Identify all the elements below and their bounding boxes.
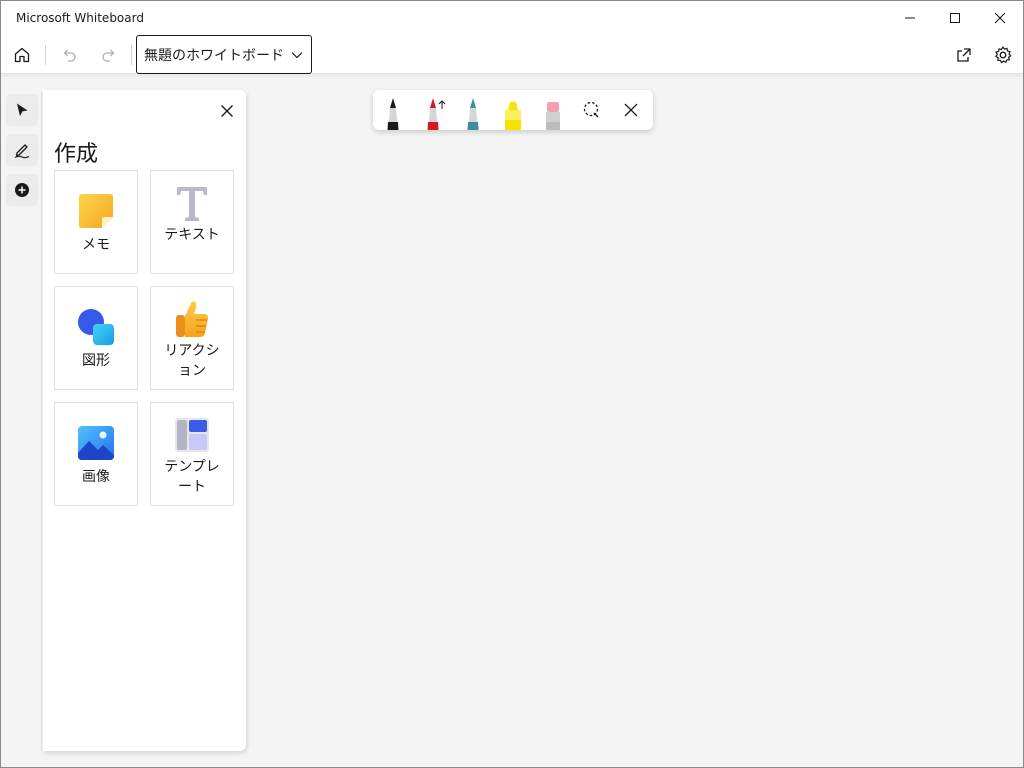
template-icon [172, 415, 212, 455]
undo-icon [63, 49, 76, 62]
board-title-text: 無題のホワイトボード [144, 47, 284, 64]
pen-sign-icon [14, 144, 30, 159]
reaction-tile[interactable]: リアクション [150, 286, 234, 390]
settings-button[interactable] [989, 41, 1017, 69]
panel-close-button[interactable] [216, 100, 238, 122]
tool-rail [1, 91, 42, 751]
app-window: Microsoft Whiteboard 無題のホワイトボード 作成 メモ テキ… [0, 0, 1024, 768]
thumbs-up-icon [172, 299, 212, 339]
pointer-icon [17, 103, 28, 116]
tile-label: テキスト [164, 227, 220, 243]
board-title-dropdown[interactable]: 無題のホワイトボード [136, 35, 312, 74]
create-panel: 作成 メモ テキスト 図形 リアクション 画像 テンプレート [43, 90, 246, 751]
redo-icon [102, 49, 115, 62]
chevron-down-icon [291, 52, 303, 59]
gear-icon [995, 46, 1012, 64]
minimize-button[interactable] [887, 1, 933, 35]
share-icon [957, 48, 971, 62]
home-icon [14, 47, 30, 63]
plus-circle-icon [15, 183, 29, 197]
app-toolbar: 無題のホワイトボード [1, 35, 1023, 74]
tile-label: メモ [82, 237, 110, 253]
toolbar-separator [45, 45, 46, 65]
tile-label: 画像 [82, 469, 110, 485]
close-icon [994, 12, 1006, 24]
app-title: Microsoft Whiteboard [16, 11, 144, 25]
memo-tile[interactable]: メモ [54, 170, 138, 274]
template-tile[interactable]: テンプレート [150, 402, 234, 506]
panel-heading: 作成 [54, 142, 99, 167]
title-bar: Microsoft Whiteboard [1, 1, 1023, 35]
close-window-button[interactable] [977, 1, 1023, 35]
minimize-icon [905, 17, 915, 19]
add-content-button[interactable] [6, 174, 38, 206]
text-tile[interactable]: テキスト [150, 170, 234, 274]
tile-label: テンプレート [164, 459, 220, 495]
image-tile[interactable]: 画像 [54, 402, 138, 506]
redo-button[interactable] [95, 41, 123, 69]
undo-button[interactable] [55, 41, 83, 69]
tile-label: リアクション [164, 343, 220, 379]
close-icon [221, 105, 233, 117]
shapes-tile[interactable]: 図形 [54, 286, 138, 390]
shapes-icon [76, 307, 116, 347]
ink-tool-button[interactable] [6, 134, 38, 166]
image-icon [76, 423, 116, 463]
select-tool-button[interactable] [6, 94, 38, 126]
home-button[interactable] [8, 41, 36, 69]
maximize-icon [950, 13, 960, 23]
sticky-note-icon [76, 191, 116, 231]
share-button[interactable] [950, 41, 978, 69]
text-icon [172, 183, 212, 223]
maximize-button[interactable] [932, 1, 978, 35]
toolbar-separator [131, 45, 132, 65]
tile-label: 図形 [82, 353, 110, 369]
whiteboard-canvas[interactable] [247, 75, 1023, 767]
